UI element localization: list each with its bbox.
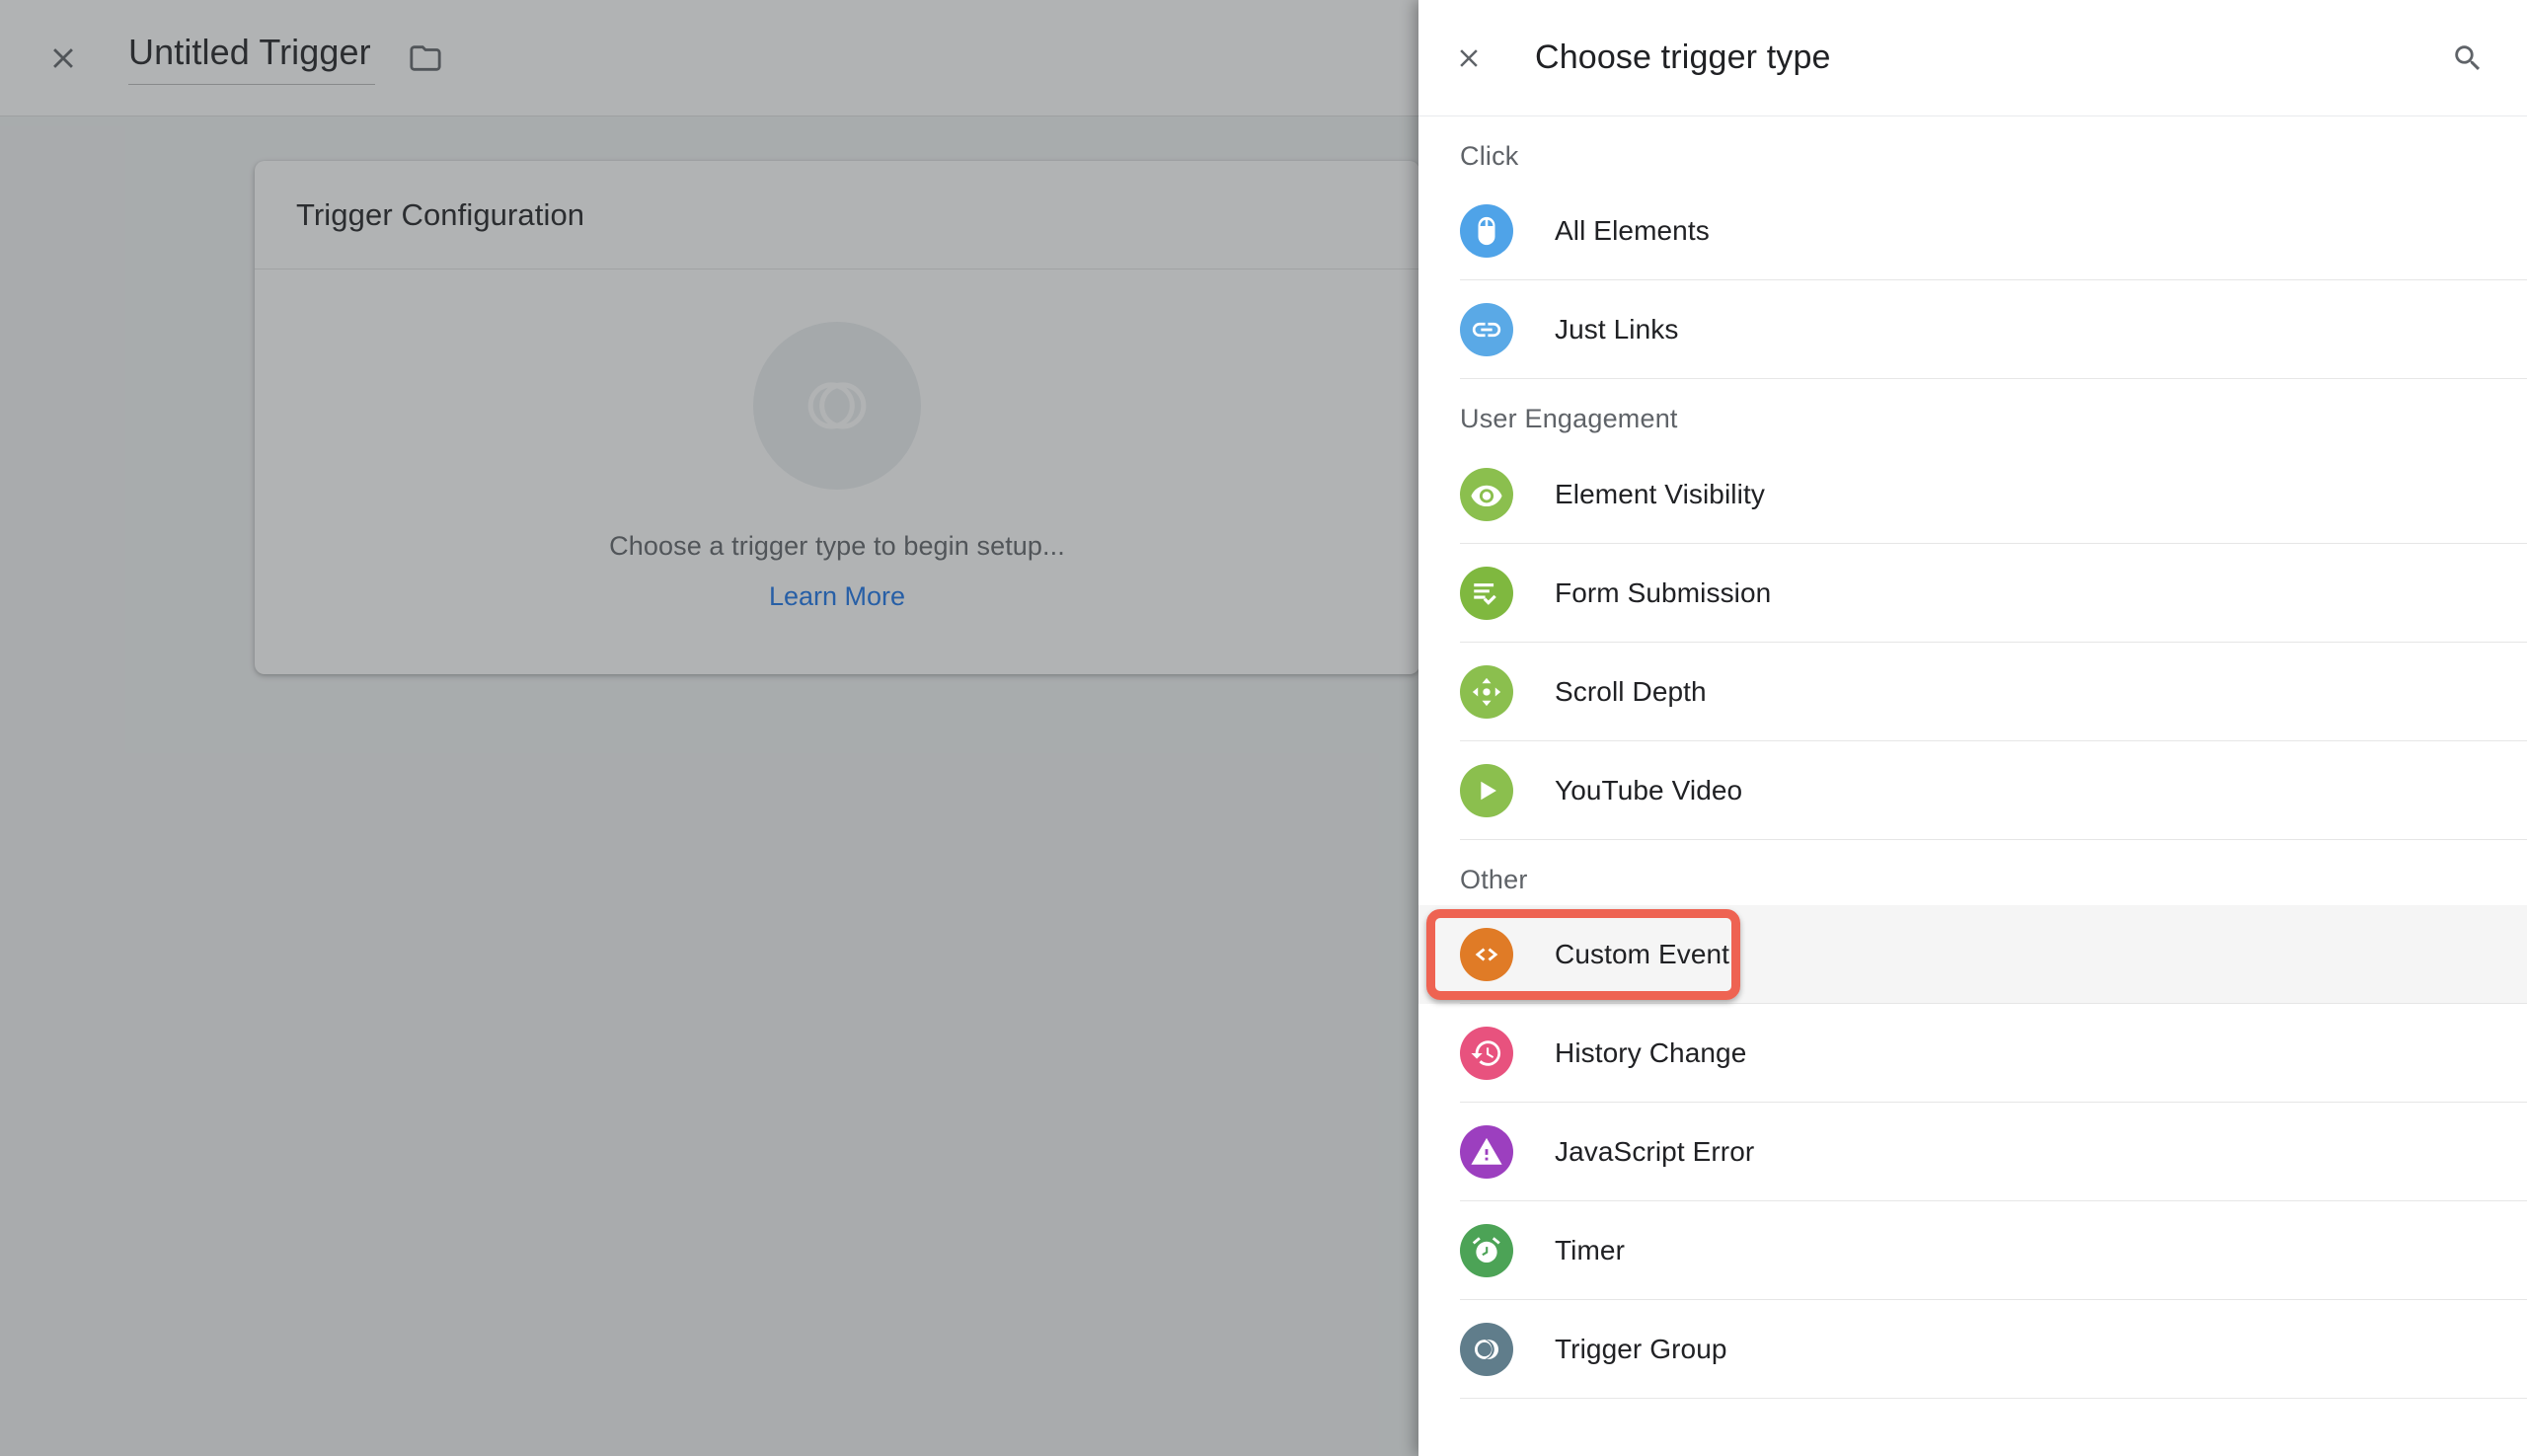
row-divider <box>1460 1398 2527 1400</box>
scroll-arrows-icon <box>1460 664 1513 719</box>
trigger-type-label: History Change <box>1555 1037 1747 1069</box>
link-icon <box>1460 303 1513 357</box>
trigger-type-row-custom-event[interactable]: Custom Event <box>1418 905 2527 1005</box>
trigger-type-row-timer[interactable]: Timer <box>1418 1201 2527 1301</box>
editor-topbar: Untitled Trigger <box>0 0 1418 116</box>
trigger-type-row-element-visibility[interactable]: Element Visibility <box>1418 444 2527 544</box>
trigger-type-label: JavaScript Error <box>1555 1136 1755 1168</box>
close-panel-button[interactable] <box>1444 34 1493 83</box>
panel-header: Choose trigger type <box>1418 0 2527 116</box>
group-label-user-engagement: User Engagement <box>1460 404 1678 434</box>
trigger-title-area: Untitled Trigger <box>128 31 442 85</box>
panel-title: Choose trigger type <box>1535 38 1831 76</box>
search-icon <box>2455 44 2481 70</box>
trigger-type-label: Timer <box>1555 1235 1626 1266</box>
trigger-type-list[interactable]: Click All Elements Just Links User Engageme… <box>1418 116 2527 1456</box>
trigger-type-label: Trigger Group <box>1555 1334 1727 1365</box>
trigger-group-icon <box>1460 1323 1513 1377</box>
trigger-placeholder-glyph <box>807 382 867 429</box>
trigger-type-row-javascript-error[interactable]: JavaScript Error <box>1418 1103 2527 1202</box>
trigger-type-row-all-elements[interactable]: All Elements <box>1418 182 2527 281</box>
trigger-placeholder-icon <box>753 322 921 490</box>
trigger-name-input[interactable]: Untitled Trigger <box>128 31 375 85</box>
history-clock-icon <box>1460 1027 1513 1081</box>
trigger-type-label: Just Links <box>1555 314 1679 345</box>
alarm-clock-icon <box>1460 1224 1513 1278</box>
close-icon <box>1460 48 1478 67</box>
form-check-icon <box>1474 582 1496 605</box>
trigger-type-label: Form Submission <box>1555 576 1772 608</box>
form-check-icon <box>1460 566 1513 620</box>
trigger-type-row-just-links[interactable]: Just Links <box>1418 280 2527 380</box>
link-icon <box>1472 323 1501 338</box>
trigger-type-label: Element Visibility <box>1555 478 1765 509</box>
trigger-type-row-scroll-depth[interactable]: Scroll Depth <box>1418 642 2527 741</box>
trigger-configuration-body[interactable]: Choose a trigger type to begin setup... … <box>255 269 1419 674</box>
mouse-icon <box>1460 204 1513 259</box>
eye-icon <box>1471 485 1502 506</box>
mouse-icon <box>1478 217 1495 246</box>
group-label-other: Other <box>1460 864 1528 894</box>
choose-trigger-type-panel: Choose trigger type Click All Elements Jus… <box>1418 0 2527 1456</box>
trigger-group-icon <box>1474 1340 1499 1360</box>
trigger-type-row-history-change[interactable]: History Change <box>1418 1004 2527 1104</box>
trigger-type-label: Custom Event <box>1555 939 1730 970</box>
search-button[interactable] <box>2440 31 2495 86</box>
close-editor-button[interactable] <box>38 33 89 84</box>
folder-button[interactable] <box>409 41 442 75</box>
row-divider <box>1460 838 2527 840</box>
alarm-clock-icon <box>1472 1237 1500 1264</box>
editor-canvas: Trigger Configuration Choose a trigger t… <box>0 116 1419 1456</box>
code-brackets-icon <box>1475 948 1498 961</box>
eye-icon <box>1460 467 1513 521</box>
trigger-configuration-card: Trigger Configuration Choose a trigger t… <box>255 161 1419 674</box>
row-divider <box>1460 378 2527 380</box>
history-clock-icon <box>1471 1040 1501 1066</box>
trigger-type-label: All Elements <box>1555 215 1710 247</box>
trigger-type-label: Scroll Depth <box>1555 675 1707 707</box>
play-icon <box>1481 781 1496 800</box>
empty-state-text: Choose a trigger type to begin setup... <box>609 531 1065 561</box>
trigger-type-row-form-submission[interactable]: Form Submission <box>1418 543 2527 643</box>
close-icon <box>53 47 73 68</box>
warning-icon <box>1471 1138 1502 1165</box>
folder-icon <box>410 44 441 71</box>
group-label-click: Click <box>1460 141 1519 171</box>
learn-more-link[interactable]: Learn More <box>769 581 905 612</box>
play-icon <box>1460 763 1513 817</box>
trigger-configuration-title: Trigger Configuration <box>296 196 585 232</box>
trigger-type-row-trigger-group[interactable]: Trigger Group <box>1418 1300 2527 1400</box>
code-brackets-icon <box>1460 928 1513 982</box>
trigger-type-row-youtube-video[interactable]: YouTube Video <box>1418 740 2527 840</box>
trigger-type-label: YouTube Video <box>1555 774 1743 805</box>
scroll-arrows-icon <box>1472 677 1501 706</box>
warning-icon <box>1460 1125 1513 1180</box>
trigger-configuration-header: Trigger Configuration <box>255 161 1419 269</box>
